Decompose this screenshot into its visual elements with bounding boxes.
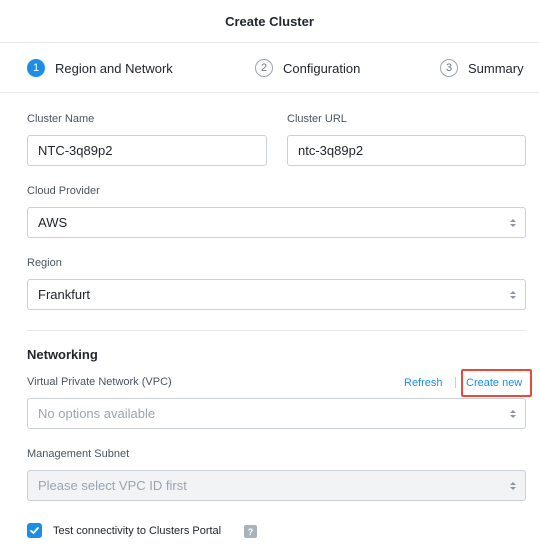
select-arrows-icon [510, 218, 516, 227]
select-arrows-icon [510, 290, 516, 299]
step-number: 2 [255, 59, 273, 77]
step-summary[interactable]: 3 Summary [440, 59, 524, 77]
step-label: Summary [468, 60, 524, 76]
cluster-url-value: ntc-3q89p2 [298, 143, 364, 158]
refresh-link[interactable]: Refresh [404, 377, 443, 389]
cloud-provider-label: Cloud Provider [27, 185, 100, 197]
cluster-url-input[interactable]: ntc-3q89p2 [287, 135, 526, 166]
select-arrows-icon [510, 481, 516, 490]
step-number: 1 [27, 59, 45, 77]
dialog-header: Create Cluster [0, 0, 539, 43]
vpc-placeholder: No options available [38, 406, 156, 421]
management-subnet-select[interactable]: Please select VPC ID first [27, 470, 526, 501]
vpc-label: Virtual Private Network (VPC) [27, 376, 172, 388]
create-cluster-dialog: Create Cluster 1 Region and Network 2 Co… [0, 0, 539, 559]
cluster-name-input[interactable]: NTC-3q89p2 [27, 135, 267, 166]
link-separator [455, 377, 456, 388]
region-label: Region [27, 257, 62, 269]
cluster-name-value: NTC-3q89p2 [38, 143, 113, 158]
management-subnet-placeholder: Please select VPC ID first [38, 478, 187, 493]
cluster-name-label: Cluster Name [27, 113, 95, 125]
help-icon[interactable]: ? [244, 525, 257, 538]
checkmark-icon [30, 527, 39, 534]
management-subnet-label: Management Subnet [27, 448, 130, 460]
test-connectivity-label: Test connectivity to Clusters Portal [53, 525, 222, 537]
step-label: Region and Network [55, 60, 173, 76]
cloud-provider-select[interactable]: AWS [27, 207, 526, 238]
dialog-title: Create Cluster [225, 13, 314, 29]
test-connectivity-checkbox[interactable] [27, 523, 42, 538]
vpc-select[interactable]: No options available [27, 398, 526, 429]
select-arrows-icon [510, 409, 516, 418]
section-divider [27, 330, 526, 331]
networking-title: Networking [27, 347, 98, 362]
region-value: Frankfurt [38, 287, 91, 302]
create-new-link[interactable]: Create new [466, 377, 522, 389]
step-region-and-network[interactable]: 1 Region and Network [27, 59, 173, 77]
cluster-url-label: Cluster URL [287, 113, 347, 125]
step-configuration[interactable]: 2 Configuration [255, 59, 360, 77]
region-select[interactable]: Frankfurt [27, 279, 526, 310]
cloud-provider-value: AWS [38, 215, 68, 230]
step-number: 3 [440, 59, 458, 77]
step-label: Configuration [283, 60, 361, 76]
wizard-steps: 1 Region and Network 2 Configuration 3 S… [0, 43, 539, 93]
